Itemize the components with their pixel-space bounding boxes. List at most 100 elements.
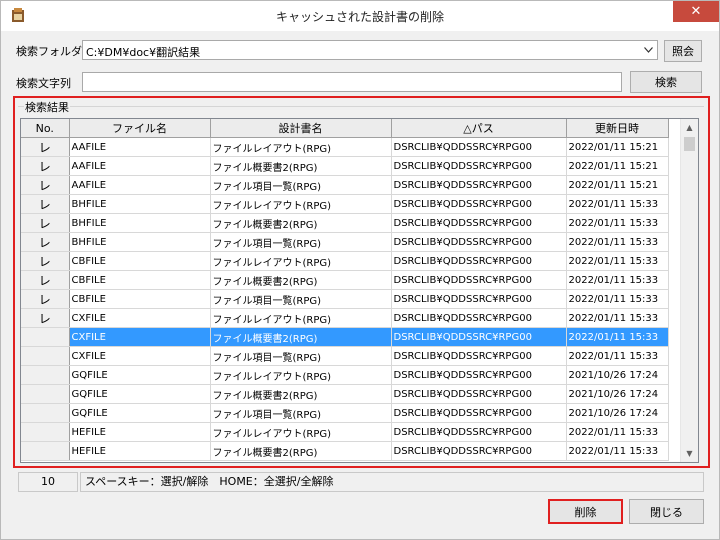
table-row[interactable]: HEFILE ファイル概要書2(RPG) DSRCLIB¥QDDSSRC¥RPG00… [21,441,669,461]
close-window-button[interactable]: ✕ [673,1,719,22]
path-cell: DSRCLIB¥QDDSSRC¥RPG00 [391,289,567,309]
path-cell: DSRCLIB¥QDDSSRC¥RPG00 [391,270,567,290]
col-header-path[interactable]: △パス [391,119,567,138]
folder-value: C:¥DM¥doc¥翻訳結果 [86,46,201,59]
col-header-file[interactable]: ファイル名 [69,119,211,138]
path-cell: DSRCLIB¥QDDSSRC¥RPG00 [391,194,567,214]
date-cell: 2022/01/11 15:33 [566,308,669,328]
table-row[interactable]: GQFILE ファイル概要書2(RPG) DSRCLIB¥QDDSSRC¥RPG00… [21,384,669,404]
results-grid[interactable]: No. ファイル名 設計書名 △パス 更新日時 レ AAFILE ファイルレイアウト… [20,118,699,463]
path-cell: DSRCLIB¥QDDSSRC¥RPG00 [391,365,567,385]
table-row[interactable]: レ AAFILE ファイルレイアウト(RPG) DSRCLIB¥QDDSSRC¥RPG… [21,137,669,157]
row-check-cell[interactable]: レ [21,175,70,195]
row-check-cell[interactable] [21,384,70,404]
scroll-up-icon[interactable]: ▲ [681,119,698,136]
row-check-cell[interactable] [21,422,70,442]
table-row[interactable]: レ BHFILE ファイルレイアウト(RPG) DSRCLIB¥QDDSSRC¥RPG… [21,194,669,214]
path-cell: DSRCLIB¥QDDSSRC¥RPG00 [391,213,567,233]
table-row[interactable]: HEFILE ファイルレイアウト(RPG) DSRCLIB¥QDDSSRC¥RPG0… [21,422,669,442]
design-name-cell: ファイル概要書2(RPG) [210,327,392,347]
row-check-cell[interactable] [21,327,70,347]
path-cell: DSRCLIB¥QDDSSRC¥RPG00 [391,403,567,423]
table-row[interactable]: レ CXFILE ファイルレイアウト(RPG) DSRCLIB¥QDDSSRC¥RPG… [21,308,669,328]
design-name-cell: ファイル概要書2(RPG) [210,270,392,290]
path-cell: DSRCLIB¥QDDSSRC¥RPG00 [391,232,567,252]
date-cell: 2021/10/26 17:24 [566,384,669,404]
status-bar: 10 スペースキー：選択/解除 HOME：全選択/全解除 [18,472,704,492]
path-cell: DSRCLIB¥QDDSSRC¥RPG00 [391,346,567,366]
search-button[interactable]: 検索 [630,71,702,93]
file-name-cell: GQFILE [69,384,211,404]
file-name-cell: HEFILE [69,441,211,461]
path-cell: DSRCLIB¥QDDSSRC¥RPG00 [391,156,567,176]
design-name-cell: ファイルレイアウト(RPG) [210,194,392,214]
row-check-cell[interactable]: レ [21,137,70,157]
row-check-cell[interactable] [21,365,70,385]
design-name-cell: ファイル項目一覧(RPG) [210,175,392,195]
file-name-cell: AAFILE [69,137,211,157]
group-divider [18,106,704,107]
design-name-cell: ファイル概要書2(RPG) [210,384,392,404]
search-text-label: 検索文字列 [16,77,71,90]
row-check-cell[interactable] [21,346,70,366]
col-header-no[interactable]: No. [21,119,70,138]
browse-button[interactable]: 照会 [664,40,702,62]
table-row[interactable]: レ CBFILE ファイル項目一覧(RPG) DSRCLIB¥QDDSSRC¥RPG0… [21,289,669,309]
design-name-cell: ファイルレイアウト(RPG) [210,422,392,442]
table-row[interactable]: GQFILE ファイルレイアウト(RPG) DSRCLIB¥QDDSSRC¥RPG0… [21,365,669,385]
delete-button[interactable]: 削除 [548,499,623,524]
folder-combobox[interactable]: C:¥DM¥doc¥翻訳結果 [82,40,658,60]
date-cell: 2022/01/11 15:33 [566,251,669,271]
table-row[interactable]: レ BHFILE ファイル項目一覧(RPG) DSRCLIB¥QDDSSRC¥RPG0… [21,232,669,252]
results-group-label: 検索結果 [24,99,70,115]
scroll-down-icon[interactable]: ▼ [681,445,698,462]
date-cell: 2021/10/26 17:24 [566,403,669,423]
table-row[interactable]: レ AAFILE ファイル概要書2(RPG) DSRCLIB¥QDDSSRC¥RPG0… [21,156,669,176]
date-cell: 2022/01/11 15:33 [566,194,669,214]
date-cell: 2022/01/11 15:21 [566,156,669,176]
path-cell: DSRCLIB¥QDDSSRC¥RPG00 [391,308,567,328]
design-name-cell: ファイル項目一覧(RPG) [210,346,392,366]
vertical-scrollbar[interactable]: ▲ ▼ [680,119,698,462]
table-row[interactable]: CXFILE ファイル項目一覧(RPG) DSRCLIB¥QDDSSRC¥RPG00… [21,346,669,366]
keyboard-hint: スペースキー：選択/解除 HOME：全選択/全解除 [80,472,704,492]
row-check-cell[interactable] [21,403,70,423]
date-cell: 2021/10/26 17:24 [566,365,669,385]
row-check-cell[interactable]: レ [21,232,70,252]
table-row[interactable]: レ AAFILE ファイル項目一覧(RPG) DSRCLIB¥QDDSSRC¥RPG0… [21,175,669,195]
design-name-cell: ファイル概要書2(RPG) [210,156,392,176]
row-check-cell[interactable] [21,441,70,461]
row-check-cell[interactable]: レ [21,289,70,309]
row-check-cell[interactable]: レ [21,251,70,271]
design-name-cell: ファイルレイアウト(RPG) [210,137,392,157]
results-table: No. ファイル名 設計書名 △パス 更新日時 レ AAFILE ファイルレイアウト… [21,119,669,461]
date-cell: 2022/01/11 15:33 [566,289,669,309]
file-name-cell: CBFILE [69,251,211,271]
table-row[interactable]: レ BHFILE ファイル概要書2(RPG) DSRCLIB¥QDDSSRC¥RPG0… [21,213,669,233]
file-name-cell: CXFILE [69,308,211,328]
table-row[interactable]: レ CBFILE ファイルレイアウト(RPG) DSRCLIB¥QDDSSRC¥RPG… [21,251,669,271]
table-row[interactable]: CXFILE ファイル概要書2(RPG) DSRCLIB¥QDDSSRC¥RPG00… [21,327,669,347]
table-row[interactable]: レ CBFILE ファイル概要書2(RPG) DSRCLIB¥QDDSSRC¥RPG0… [21,270,669,290]
row-check-cell[interactable]: レ [21,270,70,290]
row-check-cell[interactable]: レ [21,156,70,176]
design-name-cell: ファイル項目一覧(RPG) [210,403,392,423]
table-row[interactable]: GQFILE ファイル項目一覧(RPG) DSRCLIB¥QDDSSRC¥RPG00… [21,403,669,423]
date-cell: 2022/01/11 15:21 [566,137,669,157]
design-name-cell: ファイルレイアウト(RPG) [210,251,392,271]
col-header-design[interactable]: 設計書名 [210,119,392,138]
close-button[interactable]: 閉じる [629,499,704,524]
search-input[interactable] [82,72,622,92]
header-row: No. ファイル名 設計書名 △パス 更新日時 [21,119,669,138]
path-cell: DSRCLIB¥QDDSSRC¥RPG00 [391,384,567,404]
date-cell: 2022/01/11 15:33 [566,422,669,442]
design-name-cell: ファイル概要書2(RPG) [210,213,392,233]
title-bar: キャッシュされた設計書の削除 ✕ [1,1,719,31]
col-header-date[interactable]: 更新日時 [566,119,669,138]
row-check-cell[interactable]: レ [21,194,70,214]
row-check-cell[interactable]: レ [21,308,70,328]
row-check-cell[interactable]: レ [21,213,70,233]
design-name-cell: ファイルレイアウト(RPG) [210,365,392,385]
scroll-thumb[interactable] [684,137,695,151]
chevron-down-icon[interactable] [639,41,657,59]
